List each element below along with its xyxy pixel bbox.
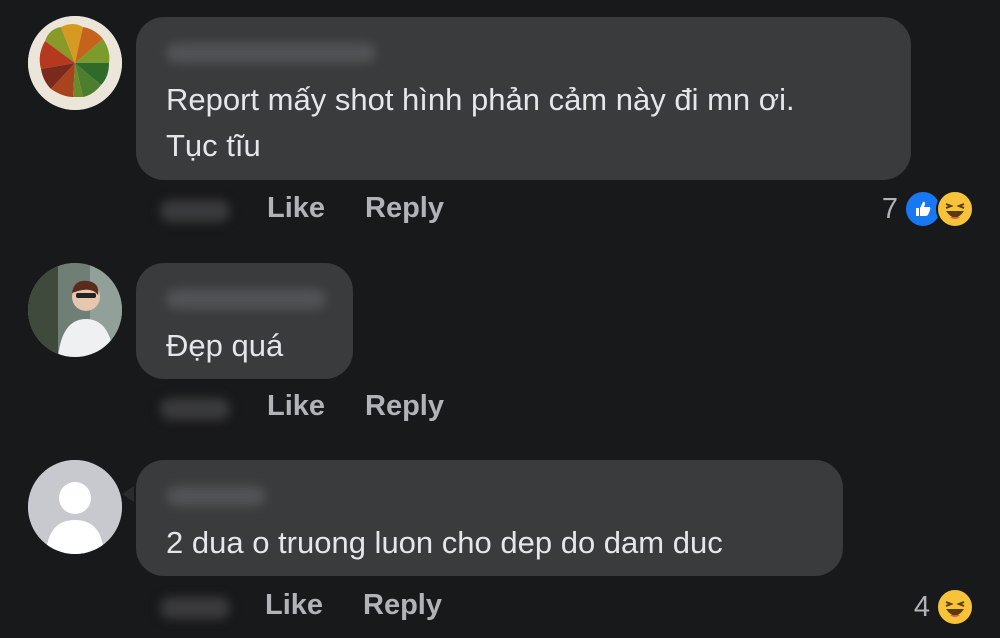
reply-button[interactable]: Reply [365, 192, 444, 225]
reaction-count: 4 [913, 590, 930, 623]
reply-button[interactable]: Reply [363, 589, 442, 622]
comment-bubble: Report mấy shot hình phản cảm này đi mn … [136, 17, 911, 180]
reaction-count: 7 [881, 192, 898, 225]
reaction-summary[interactable]: 7 [882, 189, 974, 229]
avatar[interactable] [28, 263, 122, 357]
timestamp-redacted [160, 597, 230, 619]
reaction-summary[interactable]: 4 [914, 587, 974, 627]
comment-actions: Like Reply [160, 589, 980, 629]
timestamp-redacted [160, 398, 230, 420]
like-button[interactable]: Like [267, 192, 325, 225]
author-name-redacted [166, 486, 266, 506]
bubble-tail [122, 486, 134, 502]
comment-text-line-2: Tục tĩu [166, 128, 261, 163]
comment-bubble: Đẹp quá [136, 263, 353, 379]
timestamp-redacted [160, 200, 230, 222]
leaf-fan-avatar-image [28, 16, 122, 110]
haha-icon [936, 588, 974, 626]
author-name-redacted [166, 289, 326, 309]
like-button[interactable]: Like [265, 589, 323, 622]
person-silhouette-icon [28, 460, 122, 554]
avatar[interactable] [28, 16, 122, 110]
reply-button[interactable]: Reply [365, 390, 444, 423]
comment-text-line-1: 2 dua o truong luon cho dep do dam duc [166, 525, 723, 560]
comment-bubble: 2 dua o truong luon cho dep do dam duc [136, 460, 843, 576]
like-button[interactable]: Like [267, 390, 325, 423]
comment-actions: Like Reply [160, 192, 980, 232]
comment-actions: Like Reply [160, 390, 980, 430]
comment-text-line-1: Đẹp quá [166, 328, 284, 363]
person-photo-avatar-image [28, 263, 122, 357]
comment-text-line-1: Report mấy shot hình phản cảm này đi mn … [166, 82, 795, 117]
haha-icon [936, 190, 974, 228]
default-avatar[interactable] [28, 460, 122, 554]
author-name-redacted [166, 43, 376, 63]
